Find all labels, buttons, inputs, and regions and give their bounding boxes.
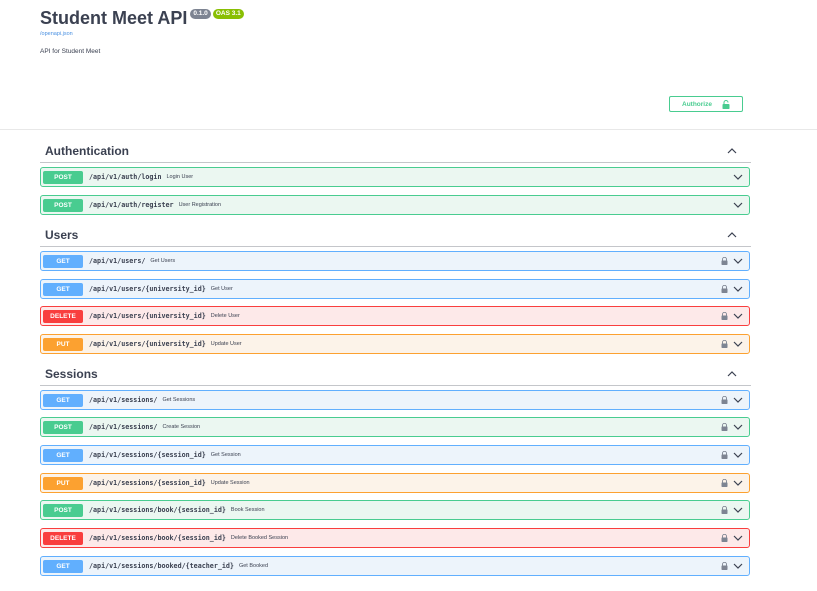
section-title: Users [45,227,79,242]
method-badge: POST [43,198,83,212]
operation-path: /api/v1/sessions/book/{session_id} [89,506,226,514]
operation-path: /api/v1/sessions/{session_id} [89,451,206,459]
lock-icon[interactable] [721,479,728,487]
operation-summary: Create Session [162,424,201,430]
unlock-icon [722,99,730,109]
operation-row[interactable]: GET /api/v1/sessions/{session_id} Get Se… [40,445,750,465]
api-description: API for Student Meet [40,48,101,55]
operation-summary: Get Users [150,258,176,264]
section-authentication[interactable]: Authentication [40,139,751,163]
operation-summary: Login User [166,174,194,180]
operation-row[interactable]: POST /api/v1/auth/register User Registra… [40,195,750,215]
operation-summary: Delete Booked Session [230,535,289,541]
method-badge: GET [43,282,83,296]
lock-icon[interactable] [721,562,728,570]
operation-row[interactable]: GET /api/v1/sessions/ Get Sessions [40,390,750,410]
chevron-up-icon[interactable] [727,231,737,238]
lock-icon[interactable] [721,312,728,320]
operation-summary: Update User [210,341,242,347]
method-badge: DELETE [43,531,83,545]
operation-path: /api/v1/sessions/{session_id} [89,479,206,487]
section-header[interactable]: Authentication [40,139,751,163]
chevron-up-icon[interactable] [727,147,737,154]
operation-path: /api/v1/sessions/ [89,423,158,431]
chevron-down-icon[interactable] [733,258,743,264]
operation-summary: Delete User [210,313,240,319]
section-title: Authentication [45,143,129,158]
chevron-down-icon[interactable] [733,397,743,403]
operation-path: /api/v1/users/ [89,257,146,265]
operation-summary: Get Session [210,452,241,458]
operation-summary: Get Sessions [162,397,196,403]
lock-icon[interactable] [721,534,728,542]
method-badge: GET [43,393,83,407]
lock-icon[interactable] [721,451,728,459]
method-badge: DELETE [43,309,83,323]
operation-row[interactable]: POST /api/v1/sessions/book/{session_id} … [40,500,750,520]
authorize-label: Authorize [682,100,712,108]
header-divider [0,129,817,130]
api-info: Student Meet API 0.1.0 OAS 3.1 [40,8,244,29]
operation-summary: Get User [210,286,233,292]
section-header[interactable]: Sessions [40,362,751,386]
operation-summary: Get Booked [238,563,268,569]
method-badge: PUT [43,476,83,490]
chevron-down-icon[interactable] [733,507,743,513]
operation-row[interactable]: DELETE /api/v1/sessions/book/{session_id… [40,528,750,548]
lock-icon[interactable] [721,257,728,265]
operation-row[interactable]: GET /api/v1/users/{university_id} Get Us… [40,279,750,299]
operation-path: /api/v1/sessions/ [89,396,158,404]
api-title: Student Meet API [40,8,188,28]
method-badge: POST [43,170,83,184]
operation-path: /api/v1/users/{university_id} [89,285,206,293]
operation-row[interactable]: DELETE /api/v1/users/{university_id} Del… [40,306,750,326]
version-badge: 0.1.0 [190,8,211,19]
section-sessions[interactable]: Sessions [40,362,751,386]
operation-summary: User Registration [178,202,222,208]
api-title-row: Student Meet API 0.1.0 OAS 3.1 [40,8,244,29]
openapi-spec-link[interactable]: /openapi.json [40,31,73,37]
lock-icon[interactable] [721,506,728,514]
authorize-button[interactable]: Authorize [669,96,743,112]
chevron-down-icon[interactable] [733,563,743,569]
operation-row[interactable]: PUT /api/v1/users/{university_id} Update… [40,334,750,354]
chevron-down-icon[interactable] [733,286,743,292]
method-badge: GET [43,559,83,573]
method-badge: PUT [43,337,83,351]
operation-path: /api/v1/auth/login [89,173,162,181]
operation-path: /api/v1/users/{university_id} [89,340,206,348]
operation-summary: Update Session [210,480,250,486]
operation-path: /api/v1/sessions/book/{session_id} [89,534,226,542]
chevron-down-icon[interactable] [733,452,743,458]
lock-icon[interactable] [721,396,728,404]
operation-summary: Book Session [230,507,265,513]
chevron-down-icon[interactable] [733,535,743,541]
chevron-up-icon[interactable] [727,370,737,377]
operation-path: /api/v1/auth/register [89,201,174,209]
chevron-down-icon[interactable] [733,480,743,486]
chevron-down-icon[interactable] [733,202,743,208]
chevron-down-icon[interactable] [733,424,743,430]
chevron-down-icon[interactable] [733,174,743,180]
operation-row[interactable]: GET /api/v1/users/ Get Users [40,251,750,271]
chevron-down-icon[interactable] [733,313,743,319]
operation-row[interactable]: GET /api/v1/sessions/booked/{teacher_id}… [40,556,750,576]
operation-row[interactable]: POST /api/v1/sessions/ Create Session [40,417,750,437]
oas-badge: OAS 3.1 [212,8,244,19]
lock-icon[interactable] [721,340,728,348]
operation-path: /api/v1/users/{university_id} [89,312,206,320]
method-badge: GET [43,448,83,462]
section-users[interactable]: Users [40,223,751,247]
section-header[interactable]: Users [40,223,751,247]
operation-row[interactable]: POST /api/v1/auth/login Login User [40,167,750,187]
method-badge: POST [43,503,83,517]
lock-icon[interactable] [721,423,728,431]
method-badge: POST [43,420,83,434]
operation-path: /api/v1/sessions/booked/{teacher_id} [89,562,234,570]
operation-row[interactable]: PUT /api/v1/sessions/{session_id} Update… [40,473,750,493]
lock-icon[interactable] [721,285,728,293]
chevron-down-icon[interactable] [733,341,743,347]
method-badge: GET [43,254,83,268]
section-title: Sessions [45,366,98,381]
